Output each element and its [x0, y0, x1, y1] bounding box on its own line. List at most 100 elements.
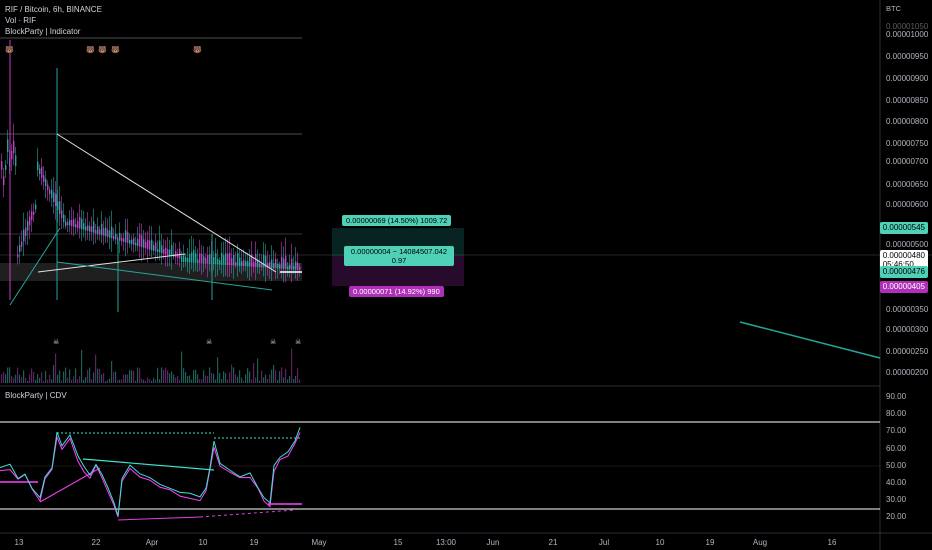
candle-body — [159, 240, 161, 253]
volume-bar — [287, 379, 289, 383]
volume-bar — [73, 376, 75, 383]
indicator-legend[interactable]: BlockParty | Indicator — [5, 27, 80, 37]
volume-bar — [87, 369, 89, 383]
trendline-upper[interactable] — [56, 133, 277, 273]
bear-face-icon: 🐻 — [5, 47, 14, 54]
time-axis-label: 19 — [705, 538, 715, 547]
volume-bar — [165, 367, 167, 383]
volume-bar — [109, 378, 111, 383]
cdv-axis-label: 70.00 — [886, 426, 907, 435]
trendline-projection[interactable] — [739, 321, 881, 359]
candle-body — [271, 259, 273, 268]
skull-icon: ☠ — [270, 339, 277, 346]
volume-bar — [65, 367, 67, 383]
volume-bar — [57, 374, 59, 383]
volume-bar — [67, 377, 69, 383]
volume-bar — [225, 373, 227, 383]
price-axis-label: 0.00000750 — [886, 139, 929, 148]
volume-bar — [15, 374, 17, 383]
candle-body — [117, 237, 119, 240]
candle-body — [151, 239, 153, 251]
candle-body — [181, 256, 183, 262]
candle-body — [111, 226, 113, 239]
candle-body — [155, 242, 157, 252]
price-axis-label: 0.00000650 — [886, 180, 929, 189]
candle-body — [37, 161, 39, 170]
volume-bar — [261, 370, 263, 383]
candle-body — [33, 212, 35, 215]
candle-body — [233, 255, 235, 266]
volume-bar — [275, 370, 277, 383]
candle-body — [161, 245, 163, 254]
volume-bar — [147, 377, 149, 383]
candle-body — [45, 178, 47, 186]
skull-icon: ☠ — [295, 339, 302, 346]
volume-bar — [61, 380, 63, 383]
time-axis-label: 16 — [827, 538, 837, 547]
candle-body — [207, 254, 209, 264]
candle-body — [269, 261, 271, 268]
candle-body — [185, 257, 187, 263]
volume-bar — [151, 380, 153, 383]
bear-face-icon: 🐻 — [86, 47, 95, 54]
candle-body — [167, 249, 169, 255]
candle-body — [223, 255, 225, 265]
candle-body — [89, 226, 91, 232]
candle-body — [163, 248, 165, 254]
candle-body — [103, 228, 105, 236]
candle-body — [213, 257, 215, 265]
candle-body — [219, 260, 221, 265]
candle-body — [239, 257, 241, 266]
volume-bar — [235, 374, 237, 383]
candle-body — [227, 253, 229, 266]
volume-bar — [191, 379, 193, 383]
candle-body — [105, 227, 107, 237]
volume-bar — [127, 374, 129, 383]
candle-body — [61, 210, 63, 218]
candle-body — [263, 254, 265, 268]
candle-body — [255, 254, 257, 267]
volume-bar — [43, 380, 45, 383]
volume-bar — [129, 370, 131, 383]
candle-body — [77, 221, 79, 228]
candle-body — [205, 258, 207, 264]
volume-bar — [97, 368, 99, 383]
cdv-legend[interactable]: BlockParty | CDV — [5, 391, 67, 401]
volume-bar — [211, 372, 213, 383]
candle-body — [85, 226, 87, 231]
skull-icon: ☠ — [206, 339, 213, 346]
candle-body — [1, 161, 3, 170]
candle-body — [225, 253, 227, 265]
volume-bar — [41, 372, 43, 383]
candle-body — [99, 229, 101, 235]
volume-bar — [71, 379, 73, 383]
candle-body — [17, 254, 19, 258]
volume-bar — [27, 380, 29, 383]
candle-body — [13, 140, 15, 154]
volume-bar — [231, 364, 233, 383]
symbol-legend[interactable]: RIF / Bitcoin, 6h, BINANCE — [5, 5, 102, 15]
candle-body — [193, 249, 195, 263]
candle-body — [147, 239, 149, 249]
candle-body — [91, 226, 93, 233]
chart-canvas[interactable] — [0, 0, 932, 550]
volume-bar — [175, 377, 177, 383]
candle-body — [169, 249, 171, 256]
volume-legend[interactable]: Vol · RIF — [5, 16, 36, 26]
volume-bar — [251, 379, 253, 383]
candle-body — [235, 261, 237, 266]
price-axis-label: 0.00000300 — [886, 325, 929, 334]
volume-bar — [149, 379, 151, 383]
volume-bar — [153, 377, 155, 383]
volume-bar — [263, 377, 265, 383]
candle-body — [217, 259, 219, 265]
candle-body — [191, 252, 193, 263]
candle-body — [5, 165, 7, 170]
volume-bar — [217, 357, 219, 383]
volume-bar — [45, 370, 47, 383]
volume-bar — [219, 372, 221, 383]
volume-bar — [201, 379, 203, 383]
candle-body — [65, 221, 67, 226]
candle-body — [241, 261, 243, 266]
volume-bar — [91, 379, 93, 383]
